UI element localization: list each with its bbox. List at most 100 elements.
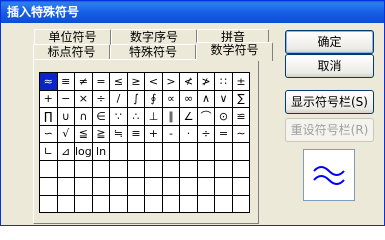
symbol-cell[interactable]: × xyxy=(74,89,93,108)
symbol-cell[interactable]: ⊙ xyxy=(214,107,233,126)
tab-math-symbols[interactable]: 数学符号 xyxy=(196,42,273,61)
symbol-cell[interactable]: ∴ xyxy=(126,107,146,126)
symbol-cell[interactable]: ≡ xyxy=(126,124,146,143)
symbol-cell[interactable]: ∥ xyxy=(161,107,181,126)
symbol-cell[interactable] xyxy=(56,159,75,178)
symbol-cell[interactable]: ln xyxy=(91,142,111,161)
symbol-cell[interactable]: ∽ xyxy=(39,124,58,143)
cancel-button[interactable]: 取消 xyxy=(285,54,374,78)
symbol-cell[interactable]: ∮ xyxy=(144,89,163,108)
symbol-cell[interactable]: ≒ xyxy=(109,124,128,143)
symbol-cell[interactable]: ⌒ xyxy=(196,107,216,126)
tab-unit-symbols[interactable]: 单位符号 xyxy=(34,29,111,45)
symbol-cell[interactable]: = xyxy=(214,124,233,143)
symbol-cell[interactable] xyxy=(126,159,146,178)
symbol-cell[interactable]: ≤ xyxy=(109,72,128,91)
symbol-cell[interactable] xyxy=(231,177,251,196)
symbol-cell[interactable] xyxy=(179,142,198,161)
show-symbol-bar-button[interactable]: 显示符号栏(S) xyxy=(285,90,374,114)
symbol-cell[interactable] xyxy=(144,142,163,161)
symbol-cell[interactable]: ∩ xyxy=(74,107,93,126)
symbol-cell[interactable]: ≌ xyxy=(231,107,251,126)
symbol-cell[interactable]: = xyxy=(91,72,111,91)
symbol-cell[interactable] xyxy=(109,177,128,196)
symbol-cell[interactable]: ≮ xyxy=(179,72,198,91)
symbol-cell[interactable]: ∪ xyxy=(56,107,75,126)
symbol-cell[interactable]: √ xyxy=(56,124,75,143)
symbol-cell[interactable] xyxy=(161,177,181,196)
symbol-cell[interactable] xyxy=(161,194,181,213)
symbol-cell[interactable] xyxy=(126,142,146,161)
tab-punctuation[interactable]: 标点符号 xyxy=(33,44,110,60)
symbol-cell[interactable]: ∷ xyxy=(214,72,233,91)
symbol-cell[interactable]: ≥ xyxy=(126,72,146,91)
symbol-cell[interactable]: - xyxy=(161,124,181,143)
symbol-cell[interactable]: · xyxy=(179,124,198,143)
ok-button[interactable]: 确定 xyxy=(285,30,374,54)
symbol-cell[interactable]: ÷ xyxy=(196,124,216,143)
symbol-cell[interactable] xyxy=(179,177,198,196)
symbol-cell[interactable]: ∞ xyxy=(179,89,198,108)
symbol-cell[interactable]: ∏ xyxy=(39,107,58,126)
symbol-cell[interactable]: ≧ xyxy=(91,124,111,143)
symbol-cell[interactable] xyxy=(144,194,163,213)
symbol-cell[interactable] xyxy=(74,159,93,178)
symbol-cell[interactable] xyxy=(179,159,198,178)
symbol-cell[interactable] xyxy=(74,177,93,196)
symbol-cell[interactable] xyxy=(74,194,93,213)
symbol-cell[interactable]: > xyxy=(161,72,181,91)
symbol-cell[interactable]: / xyxy=(109,89,128,108)
symbol-cell[interactable]: log xyxy=(74,142,93,161)
symbol-cell[interactable] xyxy=(214,177,233,196)
symbol-cell[interactable]: ≦ xyxy=(74,124,93,143)
symbol-cell[interactable] xyxy=(109,159,128,178)
symbol-cell[interactable] xyxy=(109,142,128,161)
symbol-cell[interactable]: ≡ xyxy=(56,72,75,91)
symbol-cell[interactable]: ⊥ xyxy=(144,107,163,126)
symbol-cell[interactable] xyxy=(109,194,128,213)
symbol-cell[interactable] xyxy=(196,159,216,178)
symbol-cell[interactable]: − xyxy=(56,89,75,108)
symbol-cell[interactable]: + xyxy=(144,124,163,143)
symbol-cell[interactable] xyxy=(56,194,75,213)
symbol-cell[interactable]: ∫ xyxy=(126,89,146,108)
symbol-cell[interactable] xyxy=(231,142,251,161)
symbol-cell[interactable] xyxy=(126,177,146,196)
symbol-cell[interactable]: ± xyxy=(231,72,251,91)
symbol-cell[interactable]: ≈ xyxy=(39,72,58,91)
symbol-cell[interactable]: ∠ xyxy=(179,107,198,126)
symbol-cell[interactable] xyxy=(39,194,58,213)
symbol-cell[interactable]: ≯ xyxy=(196,72,216,91)
symbol-cell[interactable]: ÷ xyxy=(91,89,111,108)
symbol-cell[interactable] xyxy=(231,159,251,178)
symbol-cell[interactable] xyxy=(144,159,163,178)
symbol-cell[interactable]: < xyxy=(144,72,163,91)
symbol-cell[interactable] xyxy=(39,177,58,196)
symbol-cell[interactable]: ≠ xyxy=(74,72,93,91)
symbol-cell[interactable] xyxy=(196,142,216,161)
symbol-cell[interactable]: ∑ xyxy=(231,89,251,108)
symbol-cell[interactable] xyxy=(144,177,163,196)
symbol-cell[interactable]: ⊿ xyxy=(56,142,75,161)
tab-number-sequence[interactable]: 数字序号 xyxy=(111,29,197,45)
symbol-cell[interactable]: ∵ xyxy=(109,107,128,126)
symbol-cell[interactable]: ∟ xyxy=(39,142,58,161)
symbol-cell[interactable]: ∧ xyxy=(196,89,216,108)
symbol-cell[interactable] xyxy=(214,142,233,161)
symbol-cell[interactable] xyxy=(56,177,75,196)
symbol-cell[interactable] xyxy=(91,177,111,196)
symbol-cell[interactable] xyxy=(179,194,198,213)
symbol-cell[interactable]: ∼ xyxy=(231,124,251,143)
symbol-cell[interactable] xyxy=(39,159,58,178)
symbol-cell[interactable]: ∨ xyxy=(214,89,233,108)
symbol-cell[interactable] xyxy=(214,194,233,213)
symbol-cell[interactable] xyxy=(91,159,111,178)
symbol-cell[interactable] xyxy=(161,142,181,161)
symbol-cell[interactable]: + xyxy=(39,89,58,108)
symbol-cell[interactable] xyxy=(214,159,233,178)
symbol-cell[interactable]: ∝ xyxy=(161,89,181,108)
symbol-cell[interactable] xyxy=(196,194,216,213)
symbol-cell[interactable]: ∈ xyxy=(91,107,111,126)
symbol-cell[interactable] xyxy=(126,194,146,213)
reset-symbol-bar-button[interactable]: 重设符号栏(R) xyxy=(285,118,374,142)
